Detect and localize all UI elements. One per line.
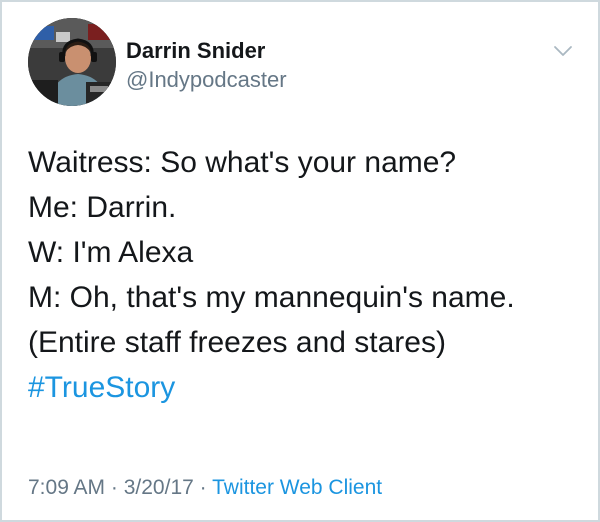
avatar-photo-icon — [28, 18, 116, 106]
author-handle[interactable]: @Indypodcaster — [126, 66, 287, 94]
tweet-card: Darrin Snider @Indypodcaster Waitress: S… — [0, 0, 600, 522]
meta-separator: · — [105, 476, 124, 499]
tweet-line-1: Waitress: So what's your name? — [28, 146, 457, 179]
tweet-meta: 7:09 AM · 3/20/17 · Twitter Web Client — [28, 476, 382, 500]
tweet-text: Waitress: So what's your name? Me: Darri… — [28, 140, 578, 410]
tweet-menu-button[interactable] — [550, 38, 576, 64]
tweet-header: Darrin Snider @Indypodcaster — [28, 18, 578, 110]
tweet-line-2: Me: Darrin. — [28, 191, 177, 224]
avatar[interactable] — [28, 18, 116, 106]
tweet-date[interactable]: 3/20/17 — [124, 476, 194, 499]
chevron-down-icon — [554, 46, 572, 56]
tweet-line-3: W: I'm Alexa — [28, 236, 194, 269]
tweet-time[interactable]: 7:09 AM — [28, 476, 105, 499]
hashtag-link[interactable]: #TrueStory — [28, 365, 578, 410]
author-display-name[interactable]: Darrin Snider — [126, 38, 287, 64]
tweet-line-4: M: Oh, that's my mannequin's name. — [28, 281, 515, 314]
tweet-line-5: (Entire staff freezes and stares) — [28, 326, 446, 359]
author-names: Darrin Snider @Indypodcaster — [126, 38, 287, 94]
client-link[interactable]: Twitter Web Client — [212, 476, 382, 499]
meta-separator: · — [193, 476, 213, 499]
